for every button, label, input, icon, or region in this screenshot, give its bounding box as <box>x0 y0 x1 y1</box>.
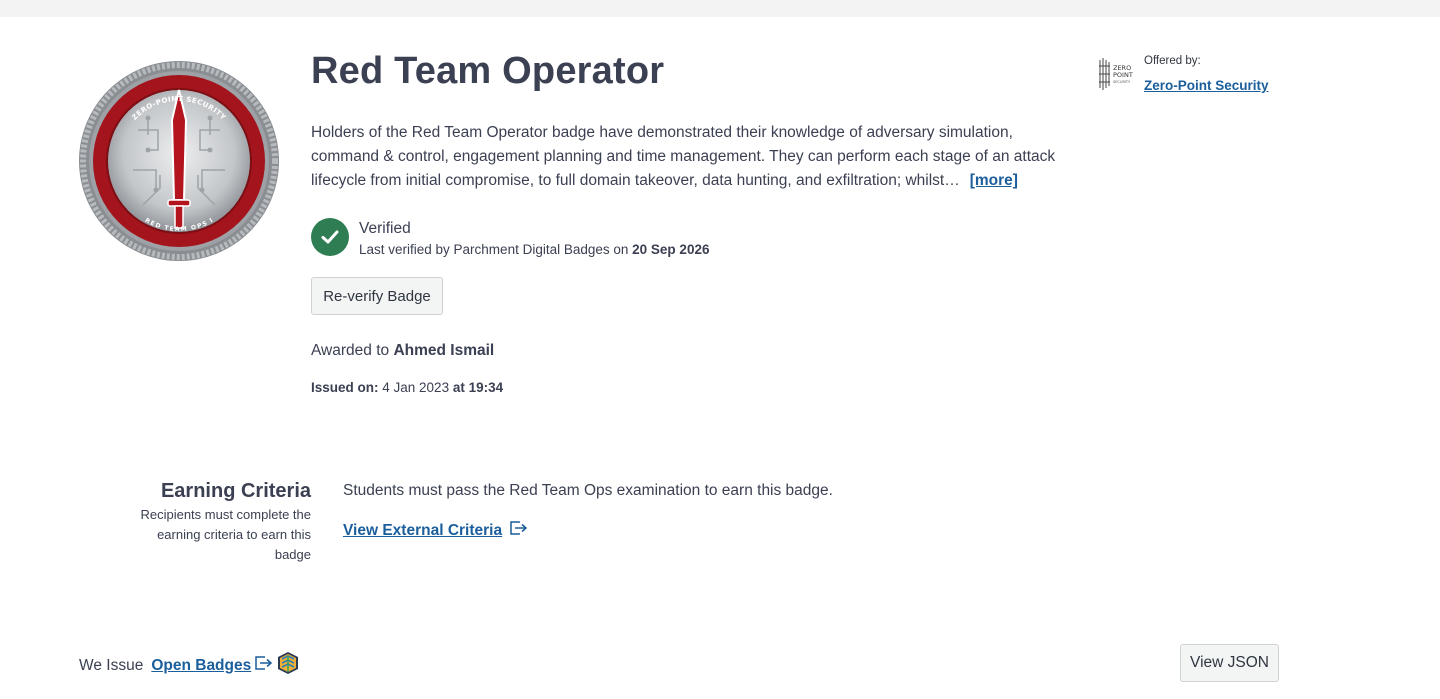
badge-title: Red Team Operator <box>311 50 665 92</box>
awarded-to: Awarded to Ahmed Ismail <box>311 342 495 359</box>
issuer-link[interactable]: Zero-Point Security <box>1144 78 1269 93</box>
issued-time: at 19:34 <box>452 380 504 395</box>
external-link-icon <box>255 656 273 675</box>
last-verified-date: 20 Sep 2026 <box>632 242 710 257</box>
open-badges-link[interactable]: Open Badges <box>151 657 251 675</box>
svg-text:POINT: POINT <box>1113 71 1133 79</box>
external-link-icon <box>510 521 528 540</box>
top-bar <box>0 0 1440 17</box>
issued-date: 4 Jan 2023 <box>378 380 453 395</box>
view-external-criteria-link[interactable]: View External Criteria <box>343 521 528 540</box>
more-link[interactable]: [more] <box>970 172 1018 189</box>
issued-label: Issued on: <box>311 380 379 395</box>
issued-on: Issued on: 4 Jan 2023 at 19:34 <box>311 380 503 395</box>
footer-open-badges: We Issue Open Badges <box>79 651 299 680</box>
last-verified-text: Last verified by Parchment Digital Badge… <box>359 242 710 257</box>
logo-subtext: SECURITY <box>1113 80 1131 84</box>
view-json-button[interactable]: View JSON <box>1180 644 1279 682</box>
we-issue-label: We Issue <box>79 656 144 674</box>
open-badges-logo-icon <box>277 651 299 680</box>
earning-criteria-heading: Earning Criteria <box>160 480 311 502</box>
earning-criteria-subtext: Recipients must complete the earning cri… <box>140 507 311 562</box>
verification-status: Verified Last verified by Parchment Digi… <box>311 218 709 260</box>
badge-description-text: Holders of the Red Team Operator badge h… <box>311 124 1056 189</box>
offered-by-label: Offered by: <box>1144 55 1201 67</box>
reverify-badge-button[interactable]: Re-verify Badge <box>311 277 443 315</box>
verified-label: Verified <box>359 220 411 237</box>
view-external-criteria-label: View External Criteria <box>343 521 503 539</box>
earning-criteria-text: Students must pass the Red Team Ops exam… <box>343 482 833 499</box>
recipient-name: Ahmed Ismail <box>393 342 495 359</box>
badge-image: ZERO-POINT SECURITY RED TEAM OPS I <box>78 60 280 262</box>
zero-point-security-logo: ZERO POINT SECURITY <box>1096 54 1136 94</box>
issuer-block: ZERO POINT SECURITY Offered by: Zero-Poi… <box>1096 54 1269 94</box>
badge-description: Holders of the Red Team Operator badge h… <box>311 121 1071 193</box>
check-circle-icon <box>311 218 349 256</box>
